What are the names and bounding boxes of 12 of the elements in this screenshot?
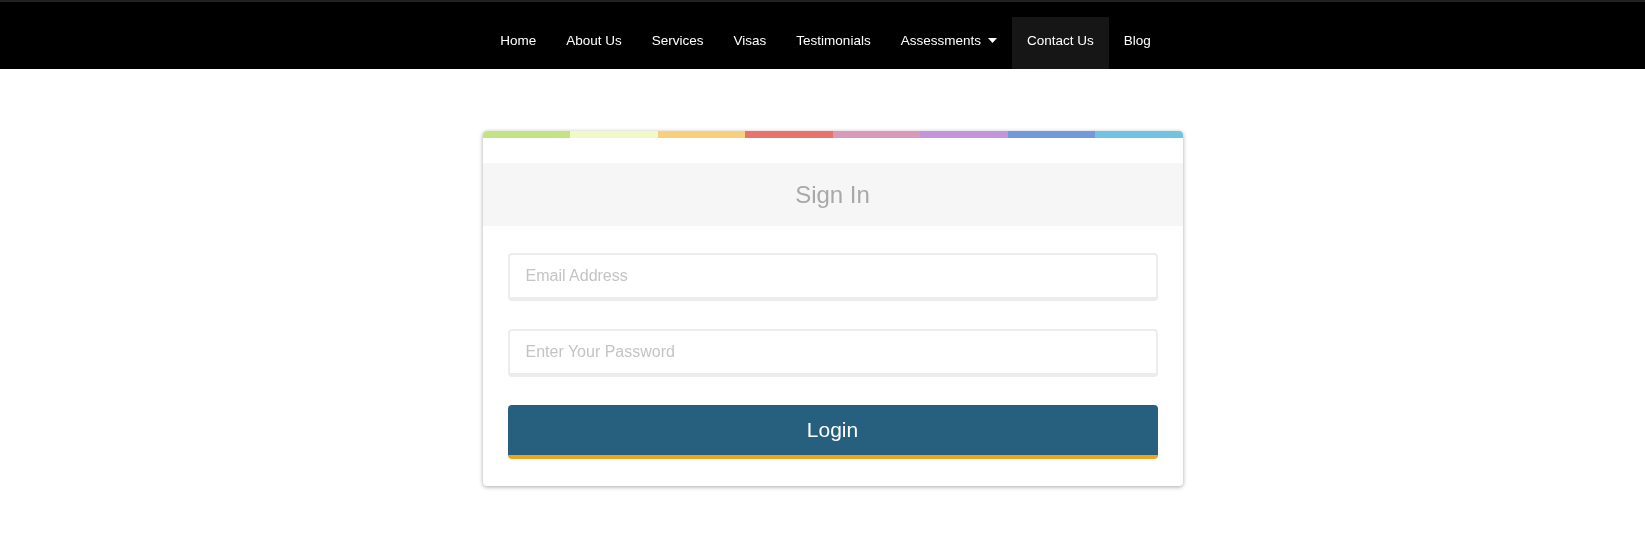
nav-link[interactable]: Testimonials bbox=[781, 17, 886, 69]
input-field[interactable]: Enter Your Password bbox=[507, 329, 1158, 377]
login-button[interactable]: Login bbox=[507, 405, 1158, 459]
nav-link[interactable]: About Us bbox=[551, 17, 637, 69]
input-field[interactable]: Email Address bbox=[507, 253, 1158, 301]
nav-link[interactable]: Blog bbox=[1108, 17, 1166, 69]
nav-link[interactable]: Home bbox=[485, 17, 552, 69]
nav-link[interactable]: Assessments bbox=[885, 17, 1012, 69]
nav-link[interactable]: Services bbox=[636, 17, 719, 69]
card-title: Sign In bbox=[482, 163, 1183, 226]
nav-link[interactable]: Contact Us bbox=[1011, 17, 1109, 69]
nav-link[interactable]: Visas bbox=[718, 17, 782, 69]
